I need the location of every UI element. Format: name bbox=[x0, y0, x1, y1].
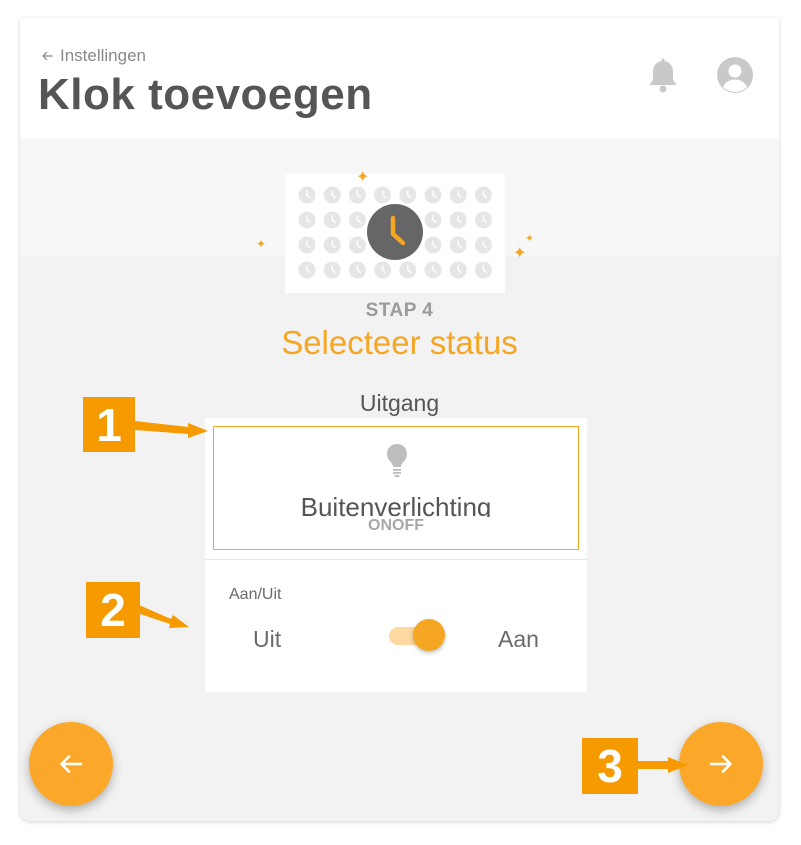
clock-icon bbox=[367, 204, 423, 260]
step-label: STAP 4 bbox=[365, 300, 434, 321]
arrow-left-icon bbox=[60, 755, 83, 773]
user-icon[interactable] bbox=[716, 56, 754, 94]
clock-grid-icon bbox=[474, 236, 492, 254]
clock-grid-icon bbox=[298, 236, 316, 254]
output-name: Buitenverlichting bbox=[300, 492, 492, 517]
toggle-label: Aan/Uit bbox=[229, 586, 282, 603]
clock-grid-icon bbox=[298, 211, 316, 229]
clock-grid-icon bbox=[424, 186, 442, 204]
sparkle-icon: ✦ bbox=[513, 245, 527, 262]
breadcrumb[interactable]: Instellingen bbox=[40, 46, 146, 66]
clock-grid-icon bbox=[298, 261, 316, 279]
clock-grid-icon bbox=[374, 186, 392, 204]
clock-grid-icon bbox=[323, 261, 341, 279]
annotation-callout-2: 2 bbox=[86, 582, 140, 638]
toggle-knob bbox=[413, 619, 445, 651]
clock-grid-icon bbox=[323, 211, 341, 229]
clock-grid-icon bbox=[374, 261, 392, 279]
annotation-callout-3: 3 bbox=[582, 738, 638, 794]
arrow-left-icon bbox=[41, 51, 53, 61]
clock-grid-icon bbox=[298, 186, 316, 204]
clock-grid-icon bbox=[399, 261, 417, 279]
clock-grid-icon bbox=[449, 211, 467, 229]
annotation-callout-1: 1 bbox=[83, 397, 135, 452]
output-select-box[interactable]: Buitenverlichting ONOFF bbox=[213, 426, 579, 550]
clock-grid-icon bbox=[474, 186, 492, 204]
bell-icon[interactable] bbox=[646, 58, 680, 94]
next-button[interactable] bbox=[679, 722, 763, 806]
step-title: Selecteer status bbox=[281, 324, 518, 361]
clock-grid-icon bbox=[348, 211, 366, 229]
sparkle-icon: ✦ bbox=[256, 237, 267, 251]
clock-grid-icon bbox=[348, 261, 366, 279]
clock-grid-icon bbox=[474, 261, 492, 279]
output-card: Buitenverlichting ONOFF Aan/Uit Uit Aan bbox=[205, 418, 587, 692]
clock-grid-icon bbox=[474, 211, 492, 229]
clock-grid-icon bbox=[449, 186, 467, 204]
clock-grid-icon bbox=[399, 186, 417, 204]
arrow-right-icon bbox=[709, 755, 732, 773]
clock-grid-icon bbox=[348, 186, 366, 204]
on-off-toggle[interactable] bbox=[389, 619, 447, 653]
clock-illustration bbox=[285, 174, 505, 293]
clock-grid-icon bbox=[449, 236, 467, 254]
clock-grid-icon bbox=[449, 261, 467, 279]
sparkle-icon: ✦ bbox=[525, 233, 535, 245]
breadcrumb-label: Instellingen bbox=[60, 46, 147, 65]
clock-grid-icon bbox=[424, 236, 442, 254]
clock-grid-icon bbox=[348, 236, 366, 254]
lightbulb-icon bbox=[387, 444, 407, 477]
card-divider bbox=[205, 559, 587, 560]
clock-grid-icon bbox=[424, 261, 442, 279]
header: Instellingen Klok toevoegen bbox=[20, 18, 779, 138]
clock-grid-icon bbox=[323, 186, 341, 204]
toggle-on-label: Aan bbox=[498, 626, 539, 652]
sparkle-icon: ✦ bbox=[356, 169, 370, 186]
toggle-off-label: Uit bbox=[253, 626, 282, 652]
back-button[interactable] bbox=[29, 722, 113, 806]
page-title: Klok toevoegen bbox=[38, 70, 373, 119]
output-type: ONOFF bbox=[368, 517, 424, 534]
clock-grid-icon bbox=[323, 236, 341, 254]
clock-grid-icon bbox=[424, 211, 442, 229]
